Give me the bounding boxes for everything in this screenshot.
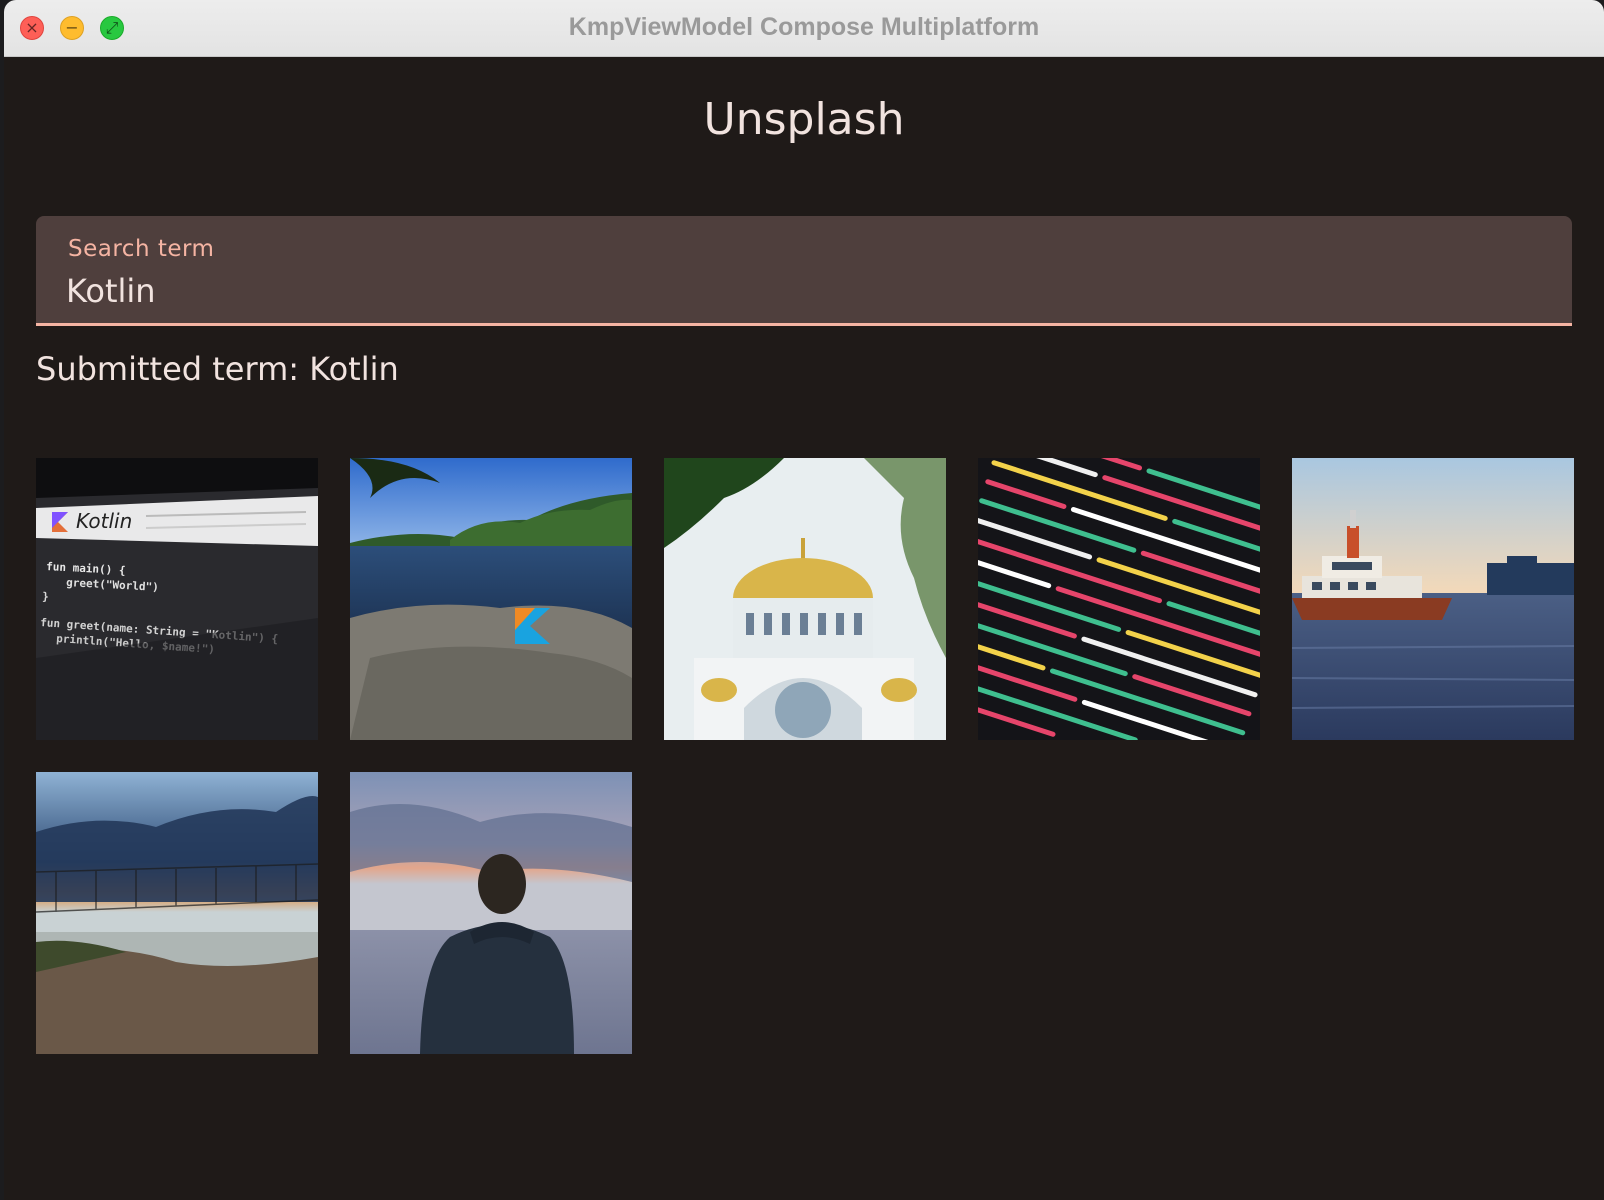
page-title: Unsplash [703,94,905,145]
submitted-term-text: Submitted term: Kotlin [36,350,399,388]
search-field-label: Search term [68,236,215,262]
title-bar[interactable]: × − ⤢ KmpViewModel Compose Multiplatform [4,0,1604,57]
photo-kotlin-code[interactable]: Kotlin fun main() { greet("World") } fun… [36,458,318,740]
app-window: × − ⤢ KmpViewModel Compose Multiplatform… [4,0,1604,1200]
photo-cathedral[interactable] [664,458,946,740]
code-line-3: } [42,590,49,603]
photo-person-sea[interactable] [350,772,632,1054]
search-field[interactable]: Search term [36,216,1572,326]
photo-colorful-code[interactable] [978,458,1260,740]
window-title: KmpViewModel Compose Multiplatform [568,13,1040,41]
search-input[interactable] [66,268,1526,314]
photo-beach-net[interactable] [36,772,318,1054]
kotlin-logo-text: Kotlin [76,509,132,533]
photo-tugboat[interactable] [1292,458,1574,740]
photo-lake-rock[interactable] [350,458,632,740]
